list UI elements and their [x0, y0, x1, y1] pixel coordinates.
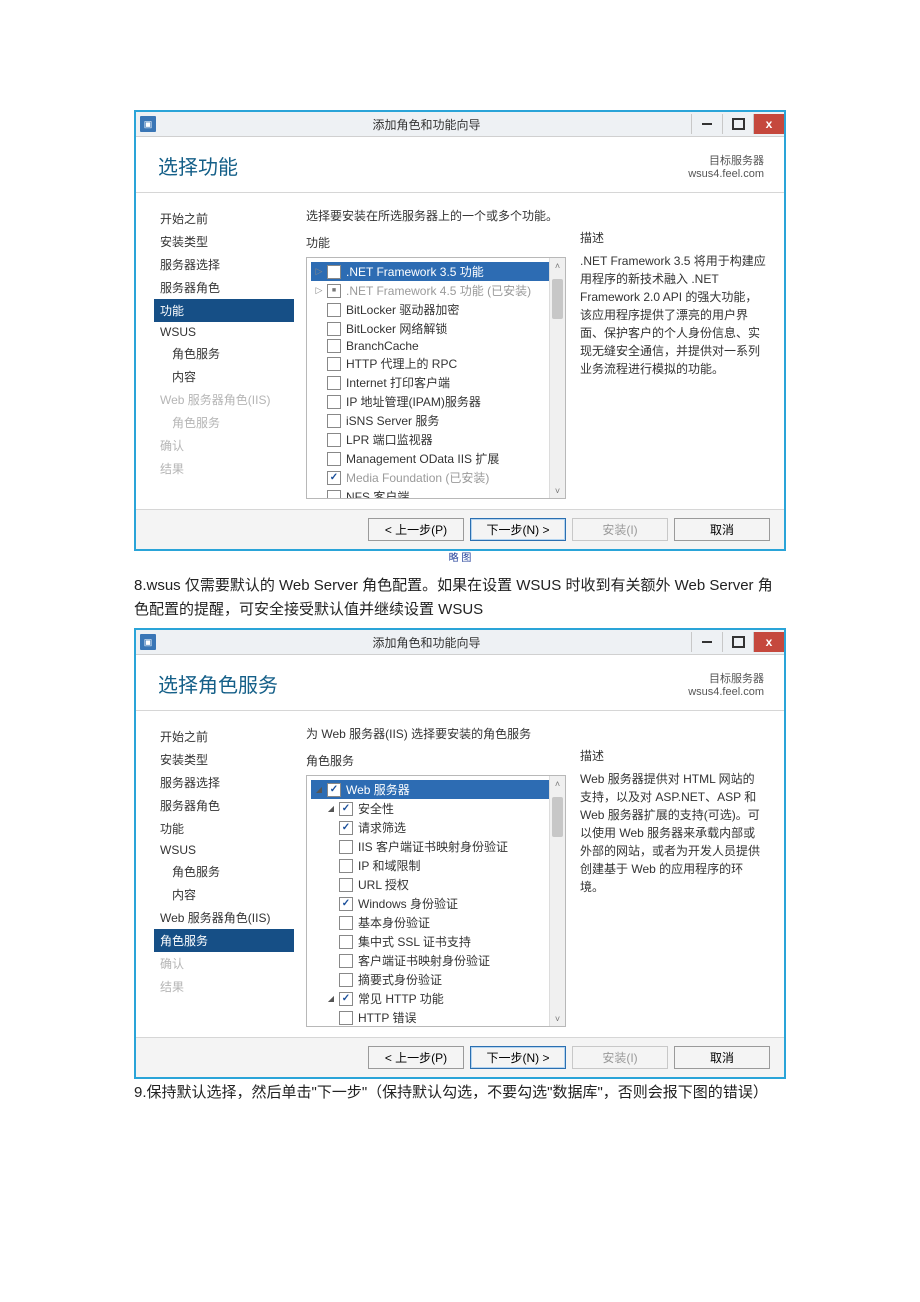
titlebar: ▣ 添加角色和功能向导 x	[136, 630, 784, 655]
sidebar-item-disabled: 结果	[154, 457, 294, 480]
role-item[interactable]: 集中式 SSL 证书支持	[311, 932, 561, 951]
wizard-footer: < 上一步(P) 下一步(N) > 安装(I) 取消	[136, 509, 784, 549]
page-title: 选择功能	[158, 151, 238, 180]
feature-item[interactable]: LPR 端口监视器	[311, 430, 561, 449]
instruction-text: 为 Web 服务器(IIS) 选择要安装的角色服务	[306, 725, 566, 742]
sidebar-item[interactable]: 开始之前	[154, 725, 294, 748]
feature-item[interactable]: NFS 客户端	[311, 487, 561, 499]
sidebar-item-disabled: Web 服务器角色(IIS)	[154, 388, 294, 411]
wizard-select-features: ▣ 添加角色和功能向导 x 选择功能 目标服务器 wsus4.feel.com …	[134, 110, 786, 551]
window-title: 添加角色和功能向导	[162, 634, 691, 651]
target-server-value: wsus4.feel.com	[688, 686, 764, 698]
sidebar-item[interactable]: 服务器选择	[154, 771, 294, 794]
description-heading: 描述	[580, 747, 766, 764]
sidebar-item-disabled: 确认	[154, 434, 294, 457]
cancel-button[interactable]: 取消	[674, 518, 770, 541]
description-text: Web 服务器提供对 HTML 网站的支持，以及对 ASP.NET、ASP 和 …	[580, 770, 766, 896]
sidebar-item[interactable]: 服务器角色	[154, 794, 294, 817]
sidebar-item[interactable]: 安装类型	[154, 748, 294, 771]
next-button[interactable]: 下一步(N) >	[470, 1046, 566, 1069]
role-item[interactable]: 摘要式身份验证	[311, 970, 561, 989]
sidebar-item[interactable]: 开始之前	[154, 207, 294, 230]
feature-item[interactable]: BranchCache	[311, 338, 561, 354]
feature-item[interactable]: .NET Framework 4.5 功能 (已安装)	[311, 281, 561, 300]
role-item[interactable]: Windows 身份验证	[311, 894, 561, 913]
wizard-select-role-services: ▣ 添加角色和功能向导 x 选择角色服务 目标服务器 wsus4.feel.co…	[134, 628, 786, 1079]
roles-listbox[interactable]: Web 服务器 安全性 请求筛选 IIS 客户端证书映射身份验证 IP 和域限制…	[306, 775, 566, 1027]
role-item[interactable]: 请求筛选	[311, 818, 561, 837]
sidebar-item[interactable]: 服务器角色	[154, 276, 294, 299]
feature-item[interactable]: iSNS Server 服务	[311, 411, 561, 430]
install-button: 安装(I)	[572, 518, 668, 541]
wizard-sidebar: 开始之前 安装类型 服务器选择 服务器角色 功能 WSUS 角色服务 内容 We…	[136, 711, 300, 1037]
roles-heading: 角色服务	[306, 752, 566, 769]
sidebar-item[interactable]: WSUS	[154, 840, 294, 860]
role-item[interactable]: IP 和域限制	[311, 856, 561, 875]
scrollbar[interactable]: ˄˅	[549, 776, 565, 1026]
feature-item[interactable]: HTTP 代理上的 RPC	[311, 354, 561, 373]
close-button[interactable]: x	[753, 114, 784, 134]
feature-item[interactable]: BitLocker 网络解锁	[311, 319, 561, 338]
feature-item[interactable]: Internet 打印客户端	[311, 373, 561, 392]
role-item[interactable]: 安全性	[311, 799, 561, 818]
features-heading: 功能	[306, 234, 566, 251]
sidebar-item[interactable]: Web 服务器角色(IIS)	[154, 906, 294, 929]
window-title: 添加角色和功能向导	[162, 116, 691, 133]
target-server-label: 目标服务器	[688, 152, 764, 168]
wizard-sidebar: 开始之前 安装类型 服务器选择 服务器角色 功能 WSUS 角色服务 内容 We…	[136, 193, 300, 509]
sidebar-item-selected[interactable]: 角色服务	[154, 929, 294, 952]
feature-item[interactable]: Management OData IIS 扩展	[311, 449, 561, 468]
feature-item-selected[interactable]: .NET Framework 3.5 功能	[311, 262, 561, 281]
figure-caption: 略 图	[134, 549, 786, 564]
scrollbar[interactable]: ˄˅	[549, 258, 565, 498]
sidebar-item[interactable]: 服务器选择	[154, 253, 294, 276]
maximize-button[interactable]	[722, 632, 753, 652]
sidebar-item[interactable]: 内容	[154, 883, 294, 906]
feature-item[interactable]: BitLocker 驱动器加密	[311, 300, 561, 319]
role-item[interactable]: HTTP 错误	[311, 1008, 561, 1027]
minimize-button[interactable]	[691, 114, 722, 134]
target-server-value: wsus4.feel.com	[688, 168, 764, 180]
role-item[interactable]: 客户端证书映射身份验证	[311, 951, 561, 970]
feature-item[interactable]: Media Foundation (已安装)	[311, 468, 561, 487]
app-icon: ▣	[140, 634, 156, 650]
sidebar-item-selected[interactable]: 功能	[154, 299, 294, 322]
page-title: 选择角色服务	[158, 669, 278, 698]
previous-button[interactable]: < 上一步(P)	[368, 1046, 464, 1069]
sidebar-item[interactable]: 角色服务	[154, 860, 294, 883]
sidebar-item[interactable]: WSUS	[154, 322, 294, 342]
role-item[interactable]: 常见 HTTP 功能	[311, 989, 561, 1008]
install-button: 安装(I)	[572, 1046, 668, 1069]
sidebar-item[interactable]: 安装类型	[154, 230, 294, 253]
sidebar-item[interactable]: 角色服务	[154, 342, 294, 365]
role-item[interactable]: IIS 客户端证书映射身份验证	[311, 837, 561, 856]
next-button[interactable]: 下一步(N) >	[470, 518, 566, 541]
sidebar-item[interactable]: 功能	[154, 817, 294, 840]
document-paragraph-9: 9.保持默认选择，然后单击"下一步"（保持默认勾选，不要勾选"数据库"，否则会报…	[134, 1081, 786, 1105]
description-text: .NET Framework 3.5 将用于构建应用程序的新技术融入 .NET …	[580, 252, 766, 378]
app-icon: ▣	[140, 116, 156, 132]
cancel-button[interactable]: 取消	[674, 1046, 770, 1069]
sidebar-item-disabled: 角色服务	[154, 411, 294, 434]
target-server-label: 目标服务器	[688, 670, 764, 686]
features-listbox[interactable]: .NET Framework 3.5 功能 .NET Framework 4.5…	[306, 257, 566, 499]
feature-item[interactable]: IP 地址管理(IPAM)服务器	[311, 392, 561, 411]
sidebar-item-disabled: 确认	[154, 952, 294, 975]
role-item[interactable]: URL 授权	[311, 875, 561, 894]
document-paragraph-8: 8.wsus 仅需要默认的 Web Server 角色配置。如果在设置 WSUS…	[134, 574, 786, 622]
titlebar: ▣ 添加角色和功能向导 x	[136, 112, 784, 137]
wizard-footer: < 上一步(P) 下一步(N) > 安装(I) 取消	[136, 1037, 784, 1077]
close-button[interactable]: x	[753, 632, 784, 652]
minimize-button[interactable]	[691, 632, 722, 652]
sidebar-item-disabled: 结果	[154, 975, 294, 998]
role-item-selected[interactable]: Web 服务器	[311, 780, 561, 799]
instruction-text: 选择要安装在所选服务器上的一个或多个功能。	[306, 207, 566, 224]
previous-button[interactable]: < 上一步(P)	[368, 518, 464, 541]
sidebar-item[interactable]: 内容	[154, 365, 294, 388]
role-item[interactable]: 基本身份验证	[311, 913, 561, 932]
description-heading: 描述	[580, 229, 766, 246]
maximize-button[interactable]	[722, 114, 753, 134]
